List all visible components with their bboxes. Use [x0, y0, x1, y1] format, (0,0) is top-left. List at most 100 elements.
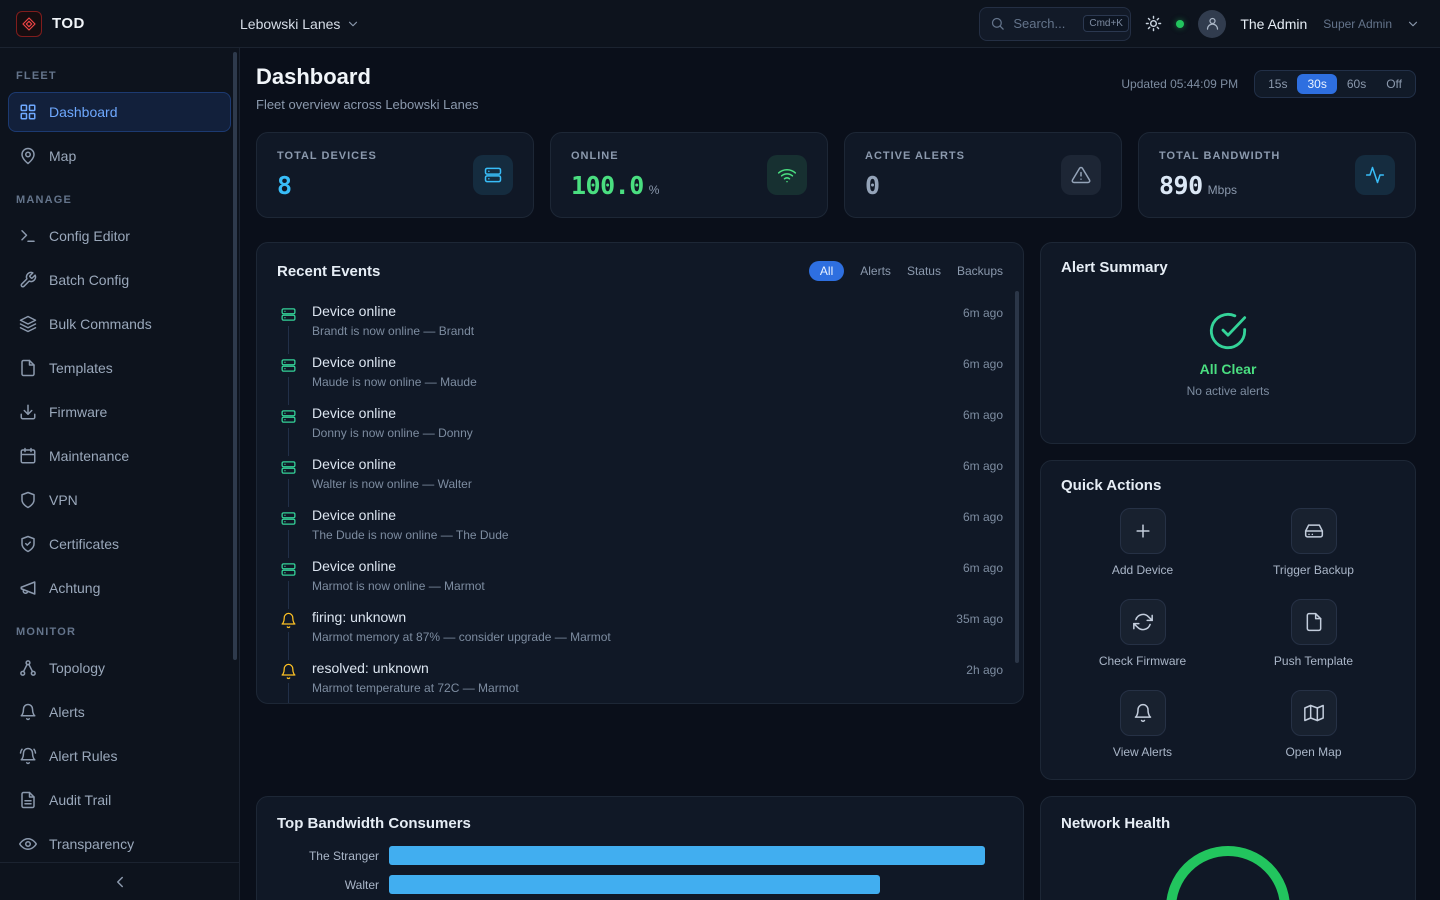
document-icon [19, 791, 37, 809]
topology-icon [19, 659, 37, 677]
sidebar-item-audit-trail[interactable]: Audit Trail [8, 780, 231, 820]
event-title: Device online [312, 405, 951, 421]
action-trigger-backup[interactable]: Trigger Backup [1228, 508, 1399, 577]
event-detail: Marmot is now online — Marmot [312, 579, 951, 593]
stat-value: 890 [1159, 171, 1203, 200]
quick-actions-title: Quick Actions [1061, 477, 1161, 494]
event-row[interactable]: resolved: unknown Marmot temperature at … [257, 652, 1023, 703]
stat-label: TOTAL DEVICES [277, 150, 377, 162]
org-selector[interactable]: Lebowski Lanes [240, 16, 360, 32]
sidebar-scrollbar[interactable] [233, 52, 237, 660]
sidebar-item-bulk-commands[interactable]: Bulk Commands [8, 304, 231, 344]
sidebar-item-map[interactable]: Map [8, 136, 231, 176]
refresh-option-60s[interactable]: 60s [1337, 74, 1376, 94]
sidebar-item-label: Batch Config [49, 272, 129, 288]
sidebar-collapse-button[interactable] [0, 862, 239, 900]
action-check-firmware[interactable]: Check Firmware [1057, 599, 1228, 668]
stat-value: 100.0 [571, 171, 644, 200]
connection-status-dot [1176, 20, 1184, 28]
hard-drive-icon [1291, 508, 1337, 554]
sidebar-item-label: Map [49, 148, 76, 164]
events-scrollbar[interactable] [1015, 291, 1019, 663]
sidebar-item-firmware[interactable]: Firmware [8, 392, 231, 432]
action-label: Push Template [1274, 654, 1353, 668]
stat-unit: Mbps [1208, 183, 1237, 197]
org-name: Lebowski Lanes [240, 16, 340, 32]
events-filters: All Alerts Status Backups [809, 261, 1003, 281]
action-label: Open Map [1285, 745, 1341, 759]
health-ring: 100 [1166, 846, 1290, 900]
event-title: Device online [312, 303, 951, 319]
activity-icon [1355, 155, 1395, 195]
theme-toggle-button[interactable] [1145, 15, 1162, 32]
health-value: 100 [1203, 896, 1254, 900]
sidebar-item-label: Maintenance [49, 448, 129, 464]
sidebar-item-topology[interactable]: Topology [8, 648, 231, 688]
action-view-alerts[interactable]: View Alerts [1057, 690, 1228, 759]
event-row[interactable]: Device online Maude is now online — Maud… [257, 346, 1023, 397]
bandwidth-consumers-card: Top Bandwidth Consumers The Stranger Wal… [256, 796, 1024, 900]
event-title: Device online [312, 558, 951, 574]
stat-card-total-devices: TOTAL DEVICES 8 [256, 132, 534, 218]
sidebar-item-label: Bulk Commands [49, 316, 152, 332]
sidebar-item-vpn[interactable]: VPN [8, 480, 231, 520]
avatar[interactable] [1198, 10, 1226, 38]
stat-label: ACTIVE ALERTS [865, 150, 965, 162]
event-title: Device online [312, 354, 951, 370]
filter-alerts[interactable]: Alerts [860, 264, 891, 278]
sidebar-item-certificates[interactable]: Certificates [8, 524, 231, 564]
calendar-icon [19, 447, 37, 465]
action-label: Add Device [1112, 563, 1173, 577]
top-bar: TOD Lebowski Lanes Cmd+K The Admin Super… [0, 0, 1440, 48]
event-detail: Brandt is now online — Brandt [312, 324, 951, 338]
bandwidth-bar [389, 875, 880, 894]
chevron-left-icon [111, 873, 129, 891]
sun-icon [1145, 15, 1162, 32]
filter-backups[interactable]: Backups [957, 264, 1003, 278]
event-detail: Donny is now online — Donny [312, 426, 951, 440]
refresh-option-off[interactable]: Off [1376, 74, 1412, 94]
event-row[interactable]: Device online Walter is now online — Wal… [257, 448, 1023, 499]
sidebar-item-templates[interactable]: Templates [8, 348, 231, 388]
event-row[interactable]: resolved: unknown 4h ago [257, 703, 1023, 704]
recent-events-card: Recent Events All Alerts Status Backups … [256, 242, 1024, 704]
sidebar-item-maintenance[interactable]: Maintenance [8, 436, 231, 476]
event-row[interactable]: Device online The Dude is now online — T… [257, 499, 1023, 550]
stat-card-online: ONLINE 100.0 % [550, 132, 828, 218]
user-menu-button[interactable] [1406, 17, 1420, 31]
server-icon [277, 354, 300, 377]
sidebar-item-alerts[interactable]: Alerts [8, 692, 231, 732]
check-circle-icon [1208, 311, 1248, 351]
refresh-option-30s[interactable]: 30s [1297, 74, 1336, 94]
event-row[interactable]: Device online Brandt is now online — Bra… [257, 295, 1023, 346]
sidebar-item-label: Alert Rules [49, 748, 117, 764]
search-box[interactable]: Cmd+K [979, 7, 1131, 41]
action-add-device[interactable]: Add Device [1057, 508, 1228, 577]
event-time: 6m ago [963, 405, 1003, 422]
map-pin-icon [19, 147, 37, 165]
sidebar-item-alert-rules[interactable]: Alert Rules [8, 736, 231, 776]
refresh-option-15s[interactable]: 15s [1258, 74, 1297, 94]
sidebar-item-batch-config[interactable]: Batch Config [8, 260, 231, 300]
event-detail: Maude is now online — Maude [312, 375, 951, 389]
event-row[interactable]: firing: unknown Marmot memory at 87% — c… [257, 601, 1023, 652]
sidebar-item-achtung[interactable]: Achtung [8, 568, 231, 608]
filter-all[interactable]: All [809, 261, 844, 281]
sidebar-item-dashboard[interactable]: Dashboard [8, 92, 231, 132]
event-row[interactable]: Device online Donny is now online — Donn… [257, 397, 1023, 448]
action-open-map[interactable]: Open Map [1228, 690, 1399, 759]
action-push-template[interactable]: Push Template [1228, 599, 1399, 668]
network-health-title: Network Health [1061, 815, 1170, 832]
search-input[interactable] [1013, 16, 1075, 31]
sidebar-item-config-editor[interactable]: Config Editor [8, 216, 231, 256]
bandwidth-chart: The Stranger Walter [277, 846, 1003, 894]
stat-value: 8 [277, 171, 292, 200]
refresh-interval-control: 15s 30s 60s Off [1254, 70, 1416, 98]
filter-status[interactable]: Status [907, 264, 941, 278]
sidebar-item-label: Config Editor [49, 228, 130, 244]
event-row[interactable]: Device online Marmot is now online — Mar… [257, 550, 1023, 601]
sidebar-item-transparency[interactable]: Transparency [8, 824, 231, 864]
server-icon [277, 558, 300, 581]
main-content: Dashboard Fleet overview across Lebowski… [240, 48, 1440, 900]
sidebar-section-fleet: FLEET [0, 70, 239, 84]
